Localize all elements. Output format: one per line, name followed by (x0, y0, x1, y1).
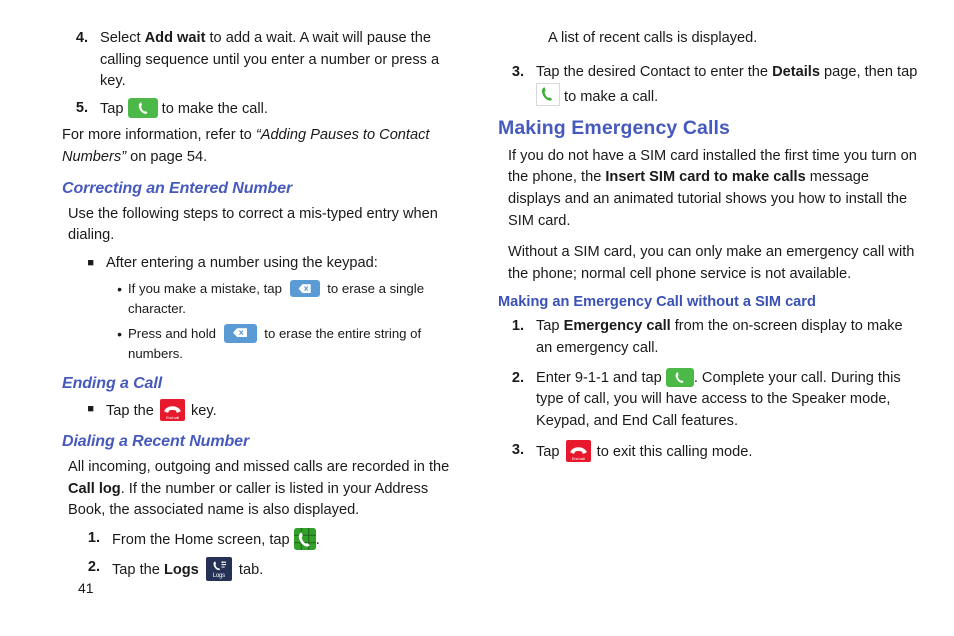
text-run: . (315, 531, 320, 548)
list-marker: 1. (511, 318, 524, 335)
bold-run: Call log (68, 480, 121, 497)
backspace-glyph (298, 279, 311, 299)
text-run: Enter 9-1-1 and tap (536, 369, 666, 386)
text-run: on page 54. (126, 148, 208, 165)
list-marker: • (117, 325, 122, 342)
text-run: . If the number or caller is listed in y… (68, 480, 429, 519)
text-run: Tap (536, 318, 564, 335)
text-run: Select (100, 30, 145, 46)
bold-run: Emergency call (563, 318, 671, 335)
list-item: 2. Tap the Logs Logs tab. (74, 556, 462, 582)
list-item: 1. Tap Emergency call from the on-screen… (498, 316, 918, 359)
list-item: 3. Tap the desired Contact to enter the … (498, 62, 918, 109)
list-marker: 2. (511, 369, 524, 386)
green-call-button-icon (665, 367, 694, 387)
list-marker: 1. (87, 529, 100, 546)
text-run: Tap (536, 444, 564, 461)
list-item: ■ Tap the End call key. (68, 398, 462, 424)
list-item: ■ After entering a number using the keyp… (68, 253, 462, 275)
backspace-key-icon (289, 279, 320, 299)
heading-making-emergency-calls: Making Emergency Calls (498, 116, 730, 139)
list-marker: 3. (511, 63, 524, 80)
list-text: Enter 9-1-1 and tap . Complete your call… (536, 367, 918, 433)
list-text: Select Add wait to add a wait. A wait wi… (100, 28, 462, 93)
list-text: Tap the Logs Logs tab. (112, 556, 462, 582)
list-marker: 3. (511, 442, 524, 459)
green-call-button-icon (127, 97, 158, 118)
list-item: 1. From the Home screen, tap . (74, 527, 462, 552)
heading-correcting-an-entered-number: Correcting an Entered Number (62, 179, 293, 197)
manual-page: 4. Select Add wait to add a wait. A wait… (0, 0, 954, 636)
list-text: Tap to make the call. (100, 97, 462, 121)
backspace-key-icon (223, 323, 257, 344)
list-marker: ■ (87, 256, 94, 269)
sim-card-paragraph: If you do not have a SIM card installed … (508, 146, 918, 232)
text-run: Tap the (112, 561, 164, 578)
heading-ending-a-call: Ending a Call (62, 374, 163, 392)
list-text: Press and hold to erase the entire strin… (128, 323, 462, 364)
list-marker: ■ (87, 402, 94, 415)
text-run: to exit this calling mode. (592, 444, 753, 461)
phone-keypad-app-icon (293, 527, 316, 550)
list-text: Tap the desired Contact to enter the Det… (536, 62, 918, 109)
bold-run: Add wait (144, 30, 206, 46)
text-run: Tap (100, 100, 128, 117)
list-item: 2. Enter 9-1-1 and tap . Complete your c… (498, 367, 918, 433)
list-text: If you make a mistake, tap to erase a si… (128, 279, 462, 319)
green-handset-icon (536, 83, 560, 107)
page-number: 41 (78, 580, 94, 596)
logs-tab-icon: Logs (205, 556, 232, 581)
cross-reference-note: For more information, refer to “Adding P… (62, 125, 462, 168)
handset-down-glyph (164, 402, 181, 424)
right-column: A list of recent calls is displayed. 3. … (498, 28, 918, 469)
list-marker: 5. (75, 99, 88, 116)
list-text: After entering a number using the keypad… (106, 254, 378, 271)
bold-run: Details (772, 63, 820, 80)
end-call-key-label: End call (571, 456, 585, 462)
text-run: Press and hold (128, 325, 220, 341)
list-item: 3. Tap End call to exit this calling mod… (498, 440, 918, 464)
text-run: tab. (234, 561, 264, 578)
text-run: Tap the (106, 402, 158, 419)
backspace-glyph (233, 324, 248, 344)
correcting-intro-paragraph: Use the following steps to correct a mis… (68, 205, 438, 244)
continuation-paragraph: A list of recent calls is displayed. (548, 30, 758, 46)
handset-down-glyph (569, 443, 587, 465)
text-run: All incoming, outgoing and missed calls … (68, 459, 450, 476)
bold-run: Logs (163, 561, 199, 578)
list-marker: 4. (75, 30, 88, 46)
heading-dialing-a-recent-number: Dialing a Recent Number (62, 433, 250, 451)
heading-emergency-call-without-sim: Making an Emergency Call without a SIM c… (498, 294, 816, 311)
list-text: Tap Emergency call from the on-screen di… (536, 316, 918, 359)
recent-intro-paragraph: All incoming, outgoing and missed calls … (68, 457, 462, 522)
list-item: • If you make a mistake, tap to erase a … (112, 279, 462, 319)
without-sim-paragraph: Without a SIM card, you can only make an… (508, 244, 915, 282)
list-marker: • (117, 281, 122, 298)
text-run: key. (186, 402, 217, 419)
list-text: Tap the End call key. (106, 398, 462, 424)
text-run: to make a call. (560, 89, 659, 106)
text-run: Tap the desired Contact to enter the (536, 63, 773, 80)
list-item: • Press and hold to erase the entire str… (112, 323, 462, 364)
left-column: 4. Select Add wait to add a wait. A wait… (62, 28, 462, 586)
list-item: 4. Select Add wait to add a wait. A wait… (62, 28, 462, 93)
text-run: If you make a mistake, tap (128, 281, 286, 297)
list-text: From the Home screen, tap . (112, 527, 462, 552)
end-call-key-label: End call (166, 414, 179, 420)
logs-tab-label: Logs (212, 572, 225, 579)
list-item: 5. Tap to make the call. (62, 97, 462, 121)
text-run: From the Home screen, tap (112, 531, 294, 548)
text-run (199, 562, 203, 578)
list-marker: 2. (87, 558, 100, 575)
end-call-key-icon: End call (565, 440, 591, 465)
end-call-key-icon: End call (159, 398, 185, 424)
list-text: Tap End call to exit this calling mode. (536, 440, 918, 464)
text-run: page, then tap (819, 63, 918, 80)
text-run: For more information, refer to (62, 127, 256, 144)
bold-run: Insert SIM card to make calls (605, 169, 806, 186)
text-run: to make the call. (157, 100, 268, 117)
